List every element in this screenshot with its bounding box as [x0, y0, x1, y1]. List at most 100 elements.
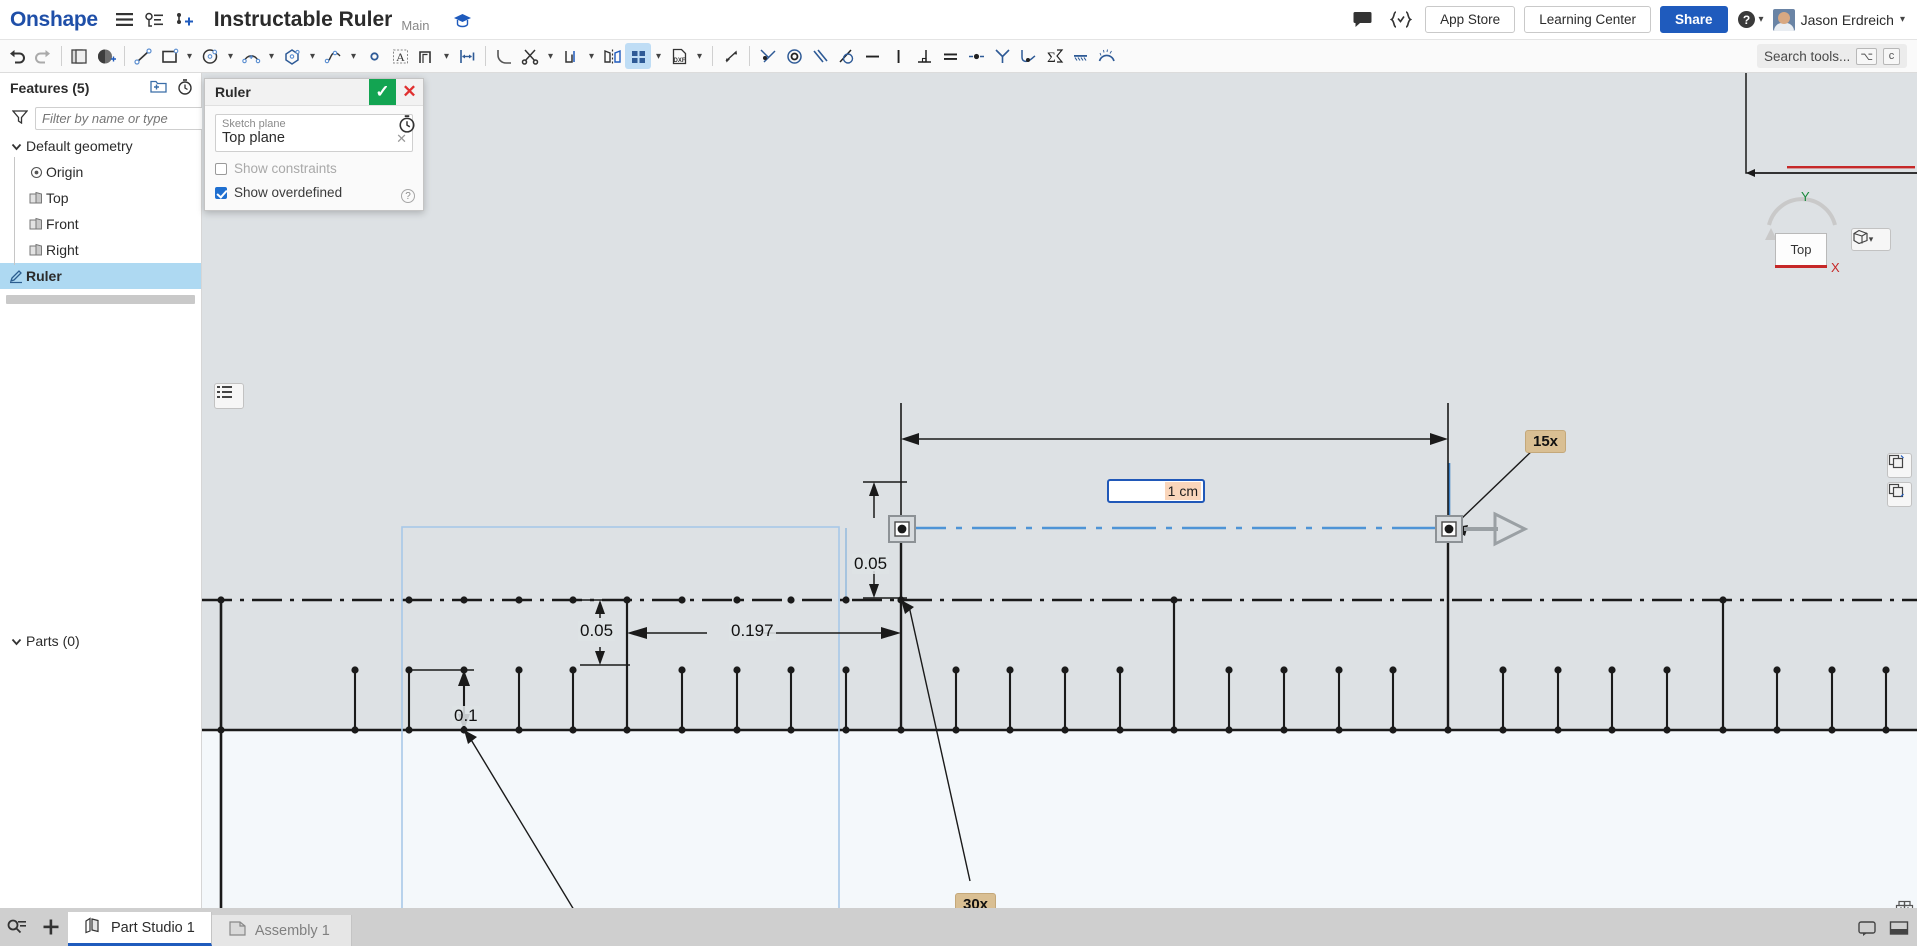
linear-pattern-icon[interactable]	[625, 43, 651, 69]
circle-dropdown-caret[interactable]: ▾	[223, 43, 238, 69]
symmetric-constraint-icon[interactable]	[989, 43, 1015, 69]
point-icon[interactable]	[361, 43, 387, 69]
dim-label-height-left[interactable]: 0.05	[578, 621, 616, 641]
parallel-constraint-icon[interactable]	[807, 43, 833, 69]
extend-icon[interactable]	[558, 43, 584, 69]
text-icon[interactable]: A	[387, 43, 413, 69]
fillet-icon[interactable]	[491, 43, 517, 69]
dim-label-distance[interactable]: 0.197	[729, 621, 776, 641]
search-tabs-icon[interactable]	[0, 908, 34, 946]
sketch-icon[interactable]	[67, 43, 93, 69]
filter-funnel-icon[interactable]	[11, 109, 29, 127]
spline-icon[interactable]	[320, 43, 346, 69]
sketch-list-panel-button[interactable]	[214, 383, 244, 409]
view-cube-top-face[interactable]: Top	[1775, 233, 1827, 266]
app-store-button[interactable]: App Store	[1425, 6, 1516, 33]
graduation-cap-icon[interactable]	[448, 5, 478, 35]
rectangle-icon[interactable]	[156, 43, 182, 69]
featurescript-icon[interactable]	[1386, 5, 1416, 35]
sum-constraint-icon[interactable]: Σ	[1041, 43, 1067, 69]
sketch-shaded-icon[interactable]	[93, 43, 119, 69]
dialog-history-icon[interactable]	[398, 115, 416, 136]
copy-view-icon[interactable]	[1887, 453, 1912, 478]
pattern-dropdown-caret[interactable]: ▾	[651, 43, 666, 69]
circle-icon[interactable]	[197, 43, 223, 69]
trim-scissors-icon[interactable]	[517, 43, 543, 69]
import-dropdown-caret[interactable]: ▾	[692, 43, 707, 69]
pattern-label-15x[interactable]: 15x	[1525, 430, 1567, 453]
arc-icon[interactable]	[238, 43, 264, 69]
show-overdefined-checkbox[interactable]	[215, 186, 227, 199]
tangent-constraint-icon[interactable]	[833, 43, 859, 69]
dialog-accept-button[interactable]: ✓	[369, 79, 396, 105]
tab-assembly-1[interactable]: Assembly 1	[211, 915, 352, 946]
tab-part-studio-1[interactable]: Part Studio 1	[68, 912, 212, 946]
concentric-constraint-icon[interactable]	[781, 43, 807, 69]
dim-label-height-top[interactable]: 0.05	[852, 554, 890, 574]
fix-constraint-icon[interactable]	[1067, 43, 1093, 69]
tree-item-origin[interactable]: Origin	[0, 157, 201, 187]
show-constraints-checkbox-row[interactable]: Show constraints	[215, 161, 413, 176]
history-clock-icon[interactable]	[177, 78, 193, 98]
user-menu[interactable]: Jason Erdreich ▾	[1772, 8, 1905, 31]
chevron-down-icon[interactable]	[6, 141, 26, 152]
spline-dropdown-caret[interactable]: ▾	[346, 43, 361, 69]
coincident-constraint-icon[interactable]	[755, 43, 781, 69]
offset-dropdown-caret[interactable]: ▾	[439, 43, 454, 69]
rectangle-dropdown-caret[interactable]: ▾	[182, 43, 197, 69]
version-graph-icon[interactable]	[140, 5, 170, 35]
onshape-logo[interactable]: Onshape	[10, 8, 98, 32]
undo-icon[interactable]	[4, 43, 30, 69]
construction-geometry-icon[interactable]	[718, 43, 744, 69]
comment-bottom-icon[interactable]	[1857, 920, 1877, 940]
filter-input[interactable]	[35, 106, 227, 130]
pattern-label-30x[interactable]: 30x	[955, 893, 997, 908]
parts-section-header[interactable]: Parts (0)	[0, 628, 201, 654]
dialog-help-icon[interactable]: ?	[401, 189, 415, 203]
polygon-icon[interactable]	[279, 43, 305, 69]
dialog-cancel-button[interactable]: ✕	[396, 79, 423, 105]
dimension-icon[interactable]	[454, 43, 480, 69]
line-icon[interactable]	[130, 43, 156, 69]
curvature-constraint-icon[interactable]	[1015, 43, 1041, 69]
display-style-button[interactable]: ▾	[1851, 228, 1891, 251]
hamburger-menu-icon[interactable]	[110, 5, 140, 35]
dimension-edit-input[interactable]: 1 cm	[1107, 479, 1205, 503]
tree-item-right[interactable]: Right	[0, 235, 201, 265]
import-dxf-icon[interactable]: DXF	[666, 43, 692, 69]
chevron-down-icon[interactable]	[6, 636, 26, 647]
show-overdefined-checkbox-row[interactable]: Show overdefined	[215, 185, 413, 200]
feature-rollback-bar[interactable]	[6, 295, 195, 304]
comment-icon[interactable]	[1347, 5, 1377, 35]
help-menu[interactable]: ? ▾	[1737, 10, 1764, 29]
search-tools-input[interactable]: Search tools... ⌥ c	[1757, 44, 1907, 68]
arc-dropdown-caret[interactable]: ▾	[264, 43, 279, 69]
offset-icon[interactable]	[413, 43, 439, 69]
tree-item-default-geometry[interactable]: Default geometry	[0, 133, 201, 159]
share-button[interactable]: Share	[1660, 6, 1728, 33]
tree-item-ruler[interactable]: Ruler	[0, 263, 201, 289]
polygon-dropdown-caret[interactable]: ▾	[305, 43, 320, 69]
chevron-down-icon[interactable]: ▾	[1869, 234, 1874, 245]
panel-toggle-icon[interactable]	[1889, 920, 1909, 940]
paste-view-icon[interactable]	[1887, 482, 1912, 507]
mirror-icon[interactable]	[599, 43, 625, 69]
dim-label-tick-height[interactable]: 0.1	[452, 706, 480, 726]
add-folder-icon[interactable]	[150, 79, 167, 98]
midpoint-constraint-icon[interactable]	[963, 43, 989, 69]
sketch-plane-field[interactable]: Sketch plane Top plane ✕	[215, 114, 413, 152]
insert-feature-icon[interactable]	[170, 5, 200, 35]
perpendicular-constraint-icon[interactable]	[911, 43, 937, 69]
learning-center-button[interactable]: Learning Center	[1524, 6, 1652, 33]
trim-dropdown-caret[interactable]: ▾	[543, 43, 558, 69]
horizontal-constraint-icon[interactable]	[859, 43, 885, 69]
tree-item-front[interactable]: Front	[0, 209, 201, 239]
extend-dropdown-caret[interactable]: ▾	[584, 43, 599, 69]
equal-constraint-icon[interactable]	[937, 43, 963, 69]
tree-item-top[interactable]: Top	[0, 183, 201, 213]
show-constraints-checkbox[interactable]	[215, 162, 227, 175]
graphics-canvas[interactable]: 0.05 0.05 0.197 0.1 1 cm 15x 30x Y Top X…	[202, 73, 1917, 908]
redo-icon[interactable]	[30, 43, 56, 69]
add-tab-icon[interactable]	[34, 908, 68, 946]
view-cube[interactable]: Y Top X	[1757, 185, 1842, 275]
